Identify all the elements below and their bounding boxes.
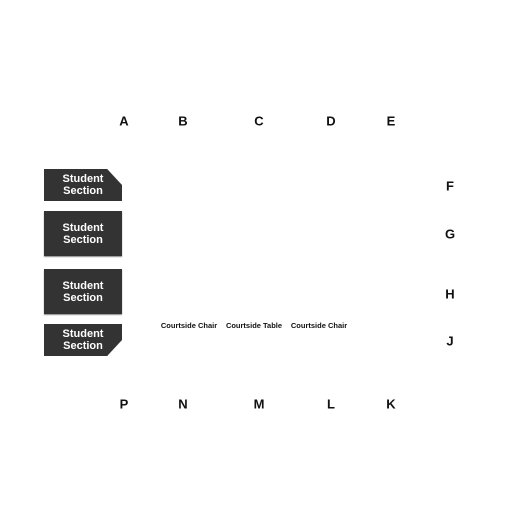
- row-label-b: B: [178, 113, 188, 129]
- student-section-4[interactable]: Student Section: [44, 324, 122, 356]
- row-label-p: P: [119, 396, 129, 412]
- row-label-e: E: [386, 113, 396, 129]
- row-label-j: J: [446, 333, 454, 349]
- courtside-chair-left[interactable]: Courtside Chair: [161, 321, 217, 330]
- row-label-a: A: [119, 113, 129, 129]
- row-label-h: H: [445, 286, 455, 302]
- row-label-g: G: [444, 226, 456, 242]
- student-section-1[interactable]: Student Section: [44, 169, 122, 201]
- student-section-2[interactable]: Student Section: [44, 211, 122, 256]
- courtside-table[interactable]: Courtside Table: [226, 321, 282, 330]
- section-label: Student Section: [62, 221, 104, 246]
- row-label-d: D: [326, 113, 336, 129]
- section-label: Student Section: [62, 279, 104, 304]
- row-label-f: F: [446, 178, 454, 194]
- student-section-3[interactable]: Student Section: [44, 269, 122, 314]
- row-label-n: N: [178, 396, 188, 412]
- courtside-chair-right[interactable]: Courtside Chair: [291, 321, 347, 330]
- row-label-m: M: [253, 396, 265, 412]
- row-label-c: C: [254, 113, 264, 129]
- row-label-l: L: [327, 396, 335, 412]
- section-label: Student Section: [62, 328, 104, 352]
- section-label: Student Section: [62, 173, 104, 197]
- row-label-k: K: [386, 396, 396, 412]
